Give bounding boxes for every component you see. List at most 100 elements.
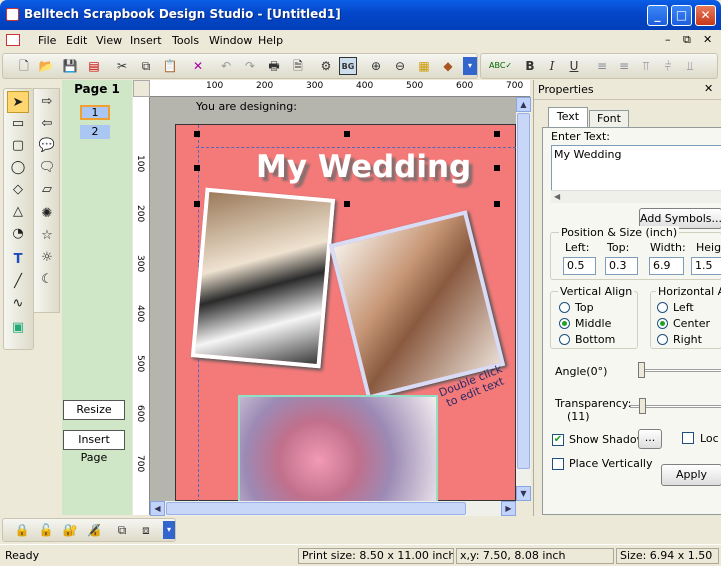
page-thumb-2[interactable]: 2 (80, 125, 110, 139)
bold-icon[interactable]: B (521, 57, 539, 75)
selection-handle[interactable] (494, 165, 500, 171)
open-icon[interactable]: 📂 (37, 57, 55, 75)
diamond-icon[interactable]: ◇ (7, 179, 29, 201)
italic-icon[interactable]: I (543, 57, 561, 75)
callout-icon[interactable]: 💬 (36, 135, 58, 157)
new-icon[interactable]: 🗋 (15, 57, 33, 75)
lock-icon[interactable]: 🔒 (13, 521, 31, 539)
star-icon[interactable]: ☆ (36, 225, 58, 247)
scroll-right-icon[interactable]: ▶ (501, 501, 516, 516)
selection-handle[interactable] (344, 131, 350, 137)
menu-window[interactable]: Window (209, 34, 252, 47)
arrow-right-icon[interactable]: ⇨ (36, 91, 58, 113)
align-left-icon[interactable]: ≡ (593, 57, 611, 75)
selection-handle[interactable] (194, 201, 200, 207)
text-tool-icon[interactable]: T (7, 249, 29, 271)
menu-insert[interactable]: Insert (130, 34, 162, 47)
group-unlock-icon[interactable]: 🔏 (85, 521, 103, 539)
lock-checkbox[interactable] (682, 432, 694, 444)
insert-page-button[interactable]: Insert Page (63, 430, 125, 464)
close-button[interactable]: ✕ (695, 5, 716, 26)
underline-icon[interactable]: U (565, 57, 583, 75)
page-thumb-1[interactable]: 1 (80, 105, 110, 120)
arc-icon[interactable]: ◔ (7, 223, 29, 245)
menu-edit[interactable]: Edit (66, 34, 87, 47)
paste-icon[interactable]: 📋 (161, 57, 179, 75)
tab-text[interactable]: Text (548, 107, 588, 127)
send-back-icon[interactable]: ⧈ (137, 521, 155, 539)
triangle-icon[interactable]: △ (7, 201, 29, 223)
apply-button[interactable]: Apply (661, 464, 721, 486)
toolbar-options-icon[interactable]: ▾ (163, 521, 175, 539)
undo-icon[interactable]: ↶ (217, 57, 235, 75)
doc-icon[interactable] (6, 34, 20, 46)
halign-center-radio[interactable] (657, 318, 668, 329)
callout2-icon[interactable]: 🗨 (36, 157, 58, 179)
width-field[interactable]: 6.9 (649, 257, 684, 275)
maximize-button[interactable]: □ (671, 5, 692, 26)
toolbar-options-icon[interactable]: ▾ (463, 57, 477, 75)
close-icon[interactable]: ✕ (704, 82, 713, 95)
ellipse-icon[interactable]: ◯ (7, 157, 29, 179)
valign-bottom-radio[interactable] (559, 334, 570, 345)
shadow-options-button[interactable]: ... (638, 429, 662, 449)
menu-tools[interactable]: Tools (172, 34, 199, 47)
print-icon[interactable]: 🖶 (265, 57, 283, 75)
halign-left-radio[interactable] (657, 302, 668, 313)
selection-handle[interactable] (494, 131, 500, 137)
zoom-in-icon[interactable]: ⊕ (367, 57, 385, 75)
horizontal-scrollbar[interactable]: ◀ ▶ (150, 501, 516, 516)
background-icon[interactable]: BG (339, 57, 357, 75)
burst-icon[interactable]: ✺ (36, 203, 58, 225)
pdf-icon[interactable]: ▤ (85, 57, 103, 75)
left-field[interactable]: 0.5 (563, 257, 596, 275)
line-icon[interactable]: ╱ (7, 271, 29, 293)
height-field[interactable]: 1.5 (691, 257, 721, 275)
rectangle-icon[interactable]: ▭ (7, 113, 29, 135)
print-preview-icon[interactable]: 🗎 (289, 57, 307, 75)
angle-slider[interactable] (638, 369, 721, 372)
halign-right-radio[interactable] (657, 334, 668, 345)
scroll-up-icon[interactable]: ▲ (516, 97, 531, 112)
tab-font[interactable]: Font (589, 110, 629, 127)
angle-slider-thumb[interactable] (638, 362, 645, 378)
grid-icon[interactable]: ▦ (415, 57, 433, 75)
selection-handle[interactable] (344, 201, 350, 207)
align-bottom-icon[interactable]: ⫫ (681, 57, 699, 75)
bring-front-icon[interactable]: ⧉ (113, 521, 131, 539)
parallelogram-icon[interactable]: ▱ (36, 179, 58, 201)
show-shadow-checkbox[interactable]: ✔ (552, 434, 564, 446)
top-field[interactable]: 0.3 (605, 257, 638, 275)
scroll-left-icon[interactable]: ◀ (150, 501, 165, 516)
minimize-button[interactable]: _ (647, 5, 668, 26)
redo-icon[interactable]: ↷ (241, 57, 259, 75)
save-icon[interactable]: 💾 (61, 57, 79, 75)
menu-view[interactable]: View (96, 34, 122, 47)
sun-icon[interactable]: ☼ (36, 247, 58, 269)
scroll-down-icon[interactable]: ▼ (516, 486, 531, 501)
selection-handle[interactable] (194, 165, 200, 171)
spellcheck-icon[interactable]: ABC✓ (489, 57, 512, 75)
scroll-thumb[interactable] (517, 113, 530, 469)
unlock-icon[interactable]: 🔓 (37, 521, 55, 539)
page-setup-icon[interactable]: ⚙ (317, 57, 335, 75)
vertical-scrollbar[interactable]: ▲ ▼ (516, 97, 531, 501)
text-hscrollbar[interactable]: ◀ (551, 190, 721, 203)
cut-icon[interactable]: ✂ (113, 57, 131, 75)
mdi-restore-icon[interactable]: ⧉ (683, 33, 691, 47)
transparency-slider-thumb[interactable] (639, 398, 646, 414)
delete-icon[interactable]: ✕ (189, 57, 207, 75)
arrow-left-icon[interactable]: ⇦ (36, 113, 58, 135)
mdi-minimize-icon[interactable]: – (665, 33, 671, 46)
selection-handle[interactable] (194, 131, 200, 137)
image-tool-icon[interactable]: ▣ (7, 317, 29, 339)
align-top-icon[interactable]: ⫪ (637, 57, 655, 75)
rounded-rect-icon[interactable]: ▢ (7, 135, 29, 157)
align-middle-icon[interactable]: ⫩ (659, 57, 677, 75)
scroll-thumb[interactable] (166, 502, 466, 515)
align-center-icon[interactable]: ≡ (615, 57, 633, 75)
group-lock-icon[interactable]: 🔐 (61, 521, 79, 539)
curve-icon[interactable]: ∿ (7, 293, 29, 315)
mdi-close-icon[interactable]: ✕ (703, 33, 712, 46)
heading-text[interactable]: My Wedding (256, 149, 471, 185)
